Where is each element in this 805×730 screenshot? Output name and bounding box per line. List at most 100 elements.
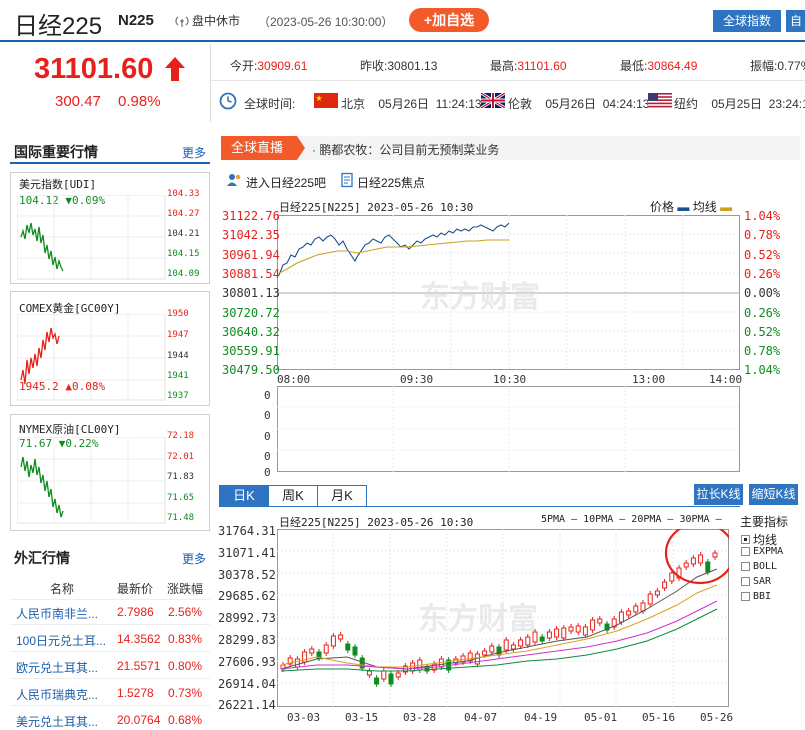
last-price: 31101.60 bbox=[34, 53, 154, 85]
candle-body bbox=[662, 581, 668, 589]
fx-more-link[interactable]: 更多 bbox=[182, 550, 206, 567]
candle-body bbox=[582, 626, 588, 636]
arrow-up-icon bbox=[165, 57, 185, 81]
checkbox[interactable] bbox=[741, 547, 750, 556]
kline-y-label: 31071.41 bbox=[218, 545, 276, 560]
kline-x-label: 03-28 bbox=[403, 711, 437, 724]
kline-y-label: 29685.62 bbox=[218, 589, 276, 604]
indicator-bbi[interactable]: BBI bbox=[741, 591, 771, 602]
quote-prev-close: 昨收:30801.13 bbox=[360, 59, 438, 73]
fx-name[interactable]: 美元兑土耳其... bbox=[16, 713, 108, 730]
intraday-x-label: 09:30 bbox=[400, 373, 434, 386]
quote-open: 今开:30909.61 bbox=[230, 59, 308, 73]
candle-body bbox=[374, 677, 380, 685]
fx-name[interactable]: 100日元兑土耳... bbox=[16, 632, 108, 649]
fx-row[interactable]: 欧元兑土耳其... 21.5571 0.80% bbox=[10, 652, 210, 679]
candle-body bbox=[294, 658, 300, 668]
checkbox[interactable] bbox=[741, 562, 750, 571]
fx-header-row: 名称 最新价 涨跌幅 bbox=[10, 573, 210, 600]
candle-body bbox=[503, 639, 509, 651]
mini-chart-udi[interactable]: 美元指数[UDI] 104.12 ▼0.09% 104.33 104.27 10… bbox=[10, 172, 210, 284]
intraday-y-label: 31122.76 bbox=[222, 209, 280, 223]
quote-low: 最低:30864.49 bbox=[620, 59, 698, 73]
focus-link[interactable]: 日经225焦点 bbox=[357, 174, 425, 191]
mini-chart-gold[interactable]: COMEX黄金[GC00Y] 1945.2 ▲0.08% 1950 1947 1… bbox=[10, 291, 210, 406]
intraday-title: 日经225[N225] 2023-05-26 10:30 bbox=[279, 201, 474, 214]
candle-body bbox=[381, 670, 387, 680]
fx-name[interactable]: 人民币瑞典克... bbox=[16, 686, 108, 703]
indicator-boll[interactable]: BOLL bbox=[741, 561, 777, 572]
legend-avg-swatch: ▬ bbox=[720, 200, 733, 214]
market-status: 盘中休市 bbox=[175, 12, 240, 29]
watermark: 东方财富 bbox=[420, 281, 540, 314]
candle-body bbox=[705, 561, 711, 573]
fx-pct: 2.56% bbox=[168, 605, 203, 619]
mini-chart-oil[interactable]: NYMEX原油[CL00Y] 71.67 ▼0.22% 72.18 72.01 … bbox=[10, 414, 210, 531]
candle-body bbox=[388, 673, 394, 685]
candle-body bbox=[510, 644, 516, 650]
news-headline[interactable]: · 鹏都农牧：公司目前无预制菜业务 bbox=[312, 141, 499, 158]
mini-chart-title: 美元指数[UDI] bbox=[19, 178, 97, 191]
candle-body bbox=[546, 631, 552, 639]
candle-body bbox=[640, 602, 646, 612]
indicator-sar[interactable]: SAR bbox=[741, 576, 771, 587]
tab-weekly-k[interactable]: 周K bbox=[268, 485, 318, 507]
kline-y-label: 27606.93 bbox=[218, 654, 276, 669]
divider bbox=[210, 80, 805, 81]
user-icon bbox=[227, 174, 241, 186]
uk-flag-icon bbox=[481, 93, 505, 108]
price-change: 300.47 bbox=[55, 93, 101, 110]
intl-more-link[interactable]: 更多 bbox=[182, 144, 206, 161]
mini-tick: 104.27 bbox=[167, 209, 200, 219]
fx-name[interactable]: 人民币南非兰... bbox=[16, 605, 108, 622]
legend-avg: 均线 bbox=[692, 200, 717, 214]
fx-name[interactable]: 欧元兑土耳其... bbox=[16, 659, 108, 676]
candle-body bbox=[496, 646, 502, 656]
checkbox[interactable] bbox=[741, 592, 750, 601]
mini-tick: 1937 bbox=[167, 391, 189, 401]
stretch-kline-button[interactable]: 拉长K线 bbox=[694, 484, 743, 505]
mini-tick: 104.15 bbox=[167, 249, 200, 259]
kline-x-label: 04-07 bbox=[464, 711, 498, 724]
signal-icon bbox=[175, 16, 189, 27]
add-favorite-button[interactable]: +加自选 bbox=[409, 8, 489, 32]
kline-y-label: 28299.83 bbox=[218, 633, 276, 647]
self-select-button[interactable]: 自 bbox=[786, 10, 805, 32]
volume-label: 0 bbox=[264, 409, 271, 422]
mini-tick: 72.01 bbox=[167, 452, 195, 462]
intraday-y-label: 30559.91 bbox=[222, 344, 280, 359]
live-tab[interactable]: 全球直播 bbox=[221, 136, 297, 160]
kline-y-label: 30378.52 bbox=[218, 567, 276, 582]
fx-row[interactable]: 人民币瑞典克... 1.5278 0.73% bbox=[10, 679, 210, 706]
checkbox[interactable] bbox=[741, 577, 750, 586]
tab-daily-k[interactable]: 日K bbox=[219, 485, 269, 507]
forum-link[interactable]: 进入日经225吧 bbox=[246, 174, 326, 191]
fx-price: 20.0764 bbox=[117, 713, 161, 727]
mini-line-chart bbox=[17, 195, 166, 280]
intraday-y-label: 30801.13 bbox=[222, 286, 280, 301]
shrink-kline-button[interactable]: 缩短K线 bbox=[749, 484, 798, 505]
indicator-expma[interactable]: EXPMA bbox=[741, 546, 783, 557]
tab-monthly-k[interactable]: 月K bbox=[317, 485, 367, 507]
live-tab-arrow bbox=[297, 136, 305, 160]
global-time-label: 全球时间: bbox=[244, 97, 296, 111]
fx-row[interactable]: 美元兑土耳其... 20.0764 0.68% bbox=[10, 706, 210, 730]
intraday-pct-label: 0.26% bbox=[744, 266, 781, 281]
fx-row[interactable]: 100日元兑土耳... 14.3562 0.83% bbox=[10, 625, 210, 652]
mini-line-chart bbox=[17, 437, 166, 524]
fx-header-name: 名称 bbox=[50, 582, 75, 596]
global-index-button[interactable]: 全球指数 bbox=[713, 10, 781, 32]
legend-price: 价格 bbox=[650, 200, 675, 214]
candle-body bbox=[330, 635, 336, 647]
fx-row[interactable]: 人民币南非兰... 2.7986 2.56% bbox=[10, 598, 210, 625]
checkbox[interactable] bbox=[741, 535, 750, 544]
mini-tick: 104.33 bbox=[167, 189, 200, 199]
candle-body bbox=[690, 557, 696, 565]
mini-tick: 1947 bbox=[167, 330, 189, 340]
candle-body bbox=[489, 645, 495, 653]
candle-body bbox=[698, 554, 704, 564]
candle-body bbox=[654, 590, 660, 596]
candle-body bbox=[345, 643, 351, 651]
volume-grid bbox=[277, 386, 740, 472]
fx-header-pct: 涨跌幅 bbox=[167, 582, 204, 596]
